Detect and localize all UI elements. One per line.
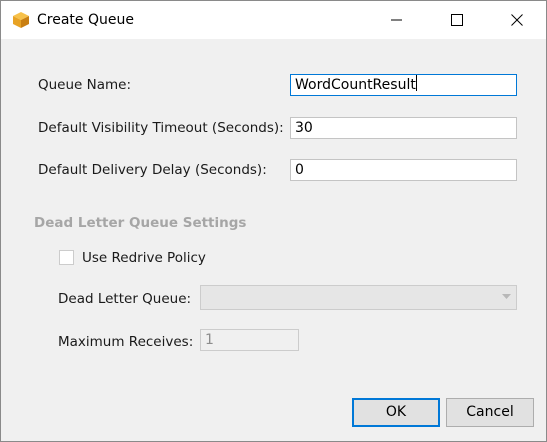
close-icon <box>511 14 523 26</box>
use-redrive-checkbox[interactable] <box>59 250 74 265</box>
max-receives-input[interactable]: 1 <box>200 329 299 351</box>
cancel-button[interactable]: Cancel <box>446 398 534 427</box>
visibility-timeout-label: Default Visibility Timeout (Seconds): <box>38 120 284 136</box>
use-redrive-label[interactable]: Use Redrive Policy <box>82 249 206 267</box>
minimize-button[interactable] <box>374 1 420 39</box>
maximize-button[interactable] <box>434 1 480 39</box>
visibility-timeout-value: 30 <box>295 120 313 136</box>
dead-letter-section-title: Dead Letter Queue Settings <box>34 215 247 231</box>
queue-name-value: WordCountResult <box>295 77 416 93</box>
close-button[interactable] <box>494 1 540 39</box>
window-title: Create Queue <box>37 12 134 28</box>
delivery-delay-value: 0 <box>295 162 304 178</box>
max-receives-value: 1 <box>205 332 214 348</box>
ok-button[interactable]: OK <box>352 398 440 427</box>
queue-name-label: Queue Name: <box>38 77 132 93</box>
minimize-icon <box>391 19 402 21</box>
visibility-timeout-input[interactable]: 30 <box>290 117 517 139</box>
dead-letter-queue-select[interactable] <box>200 285 517 310</box>
max-receives-label: Maximum Receives: <box>58 334 194 350</box>
chevron-down-icon <box>502 294 511 299</box>
delivery-delay-label: Default Delivery Delay (Seconds): <box>38 162 267 178</box>
aws-cube-icon <box>11 10 31 30</box>
queue-name-input[interactable]: WordCountResult <box>290 74 517 96</box>
title-bar[interactable]: Create Queue <box>1 1 546 39</box>
create-queue-dialog: Create Queue Queue Name: WordCountResult… <box>0 0 547 442</box>
dead-letter-queue-label: Dead Letter Queue: <box>58 291 192 307</box>
maximize-icon <box>451 14 463 26</box>
text-caret <box>415 75 417 91</box>
delivery-delay-input[interactable]: 0 <box>290 159 517 181</box>
